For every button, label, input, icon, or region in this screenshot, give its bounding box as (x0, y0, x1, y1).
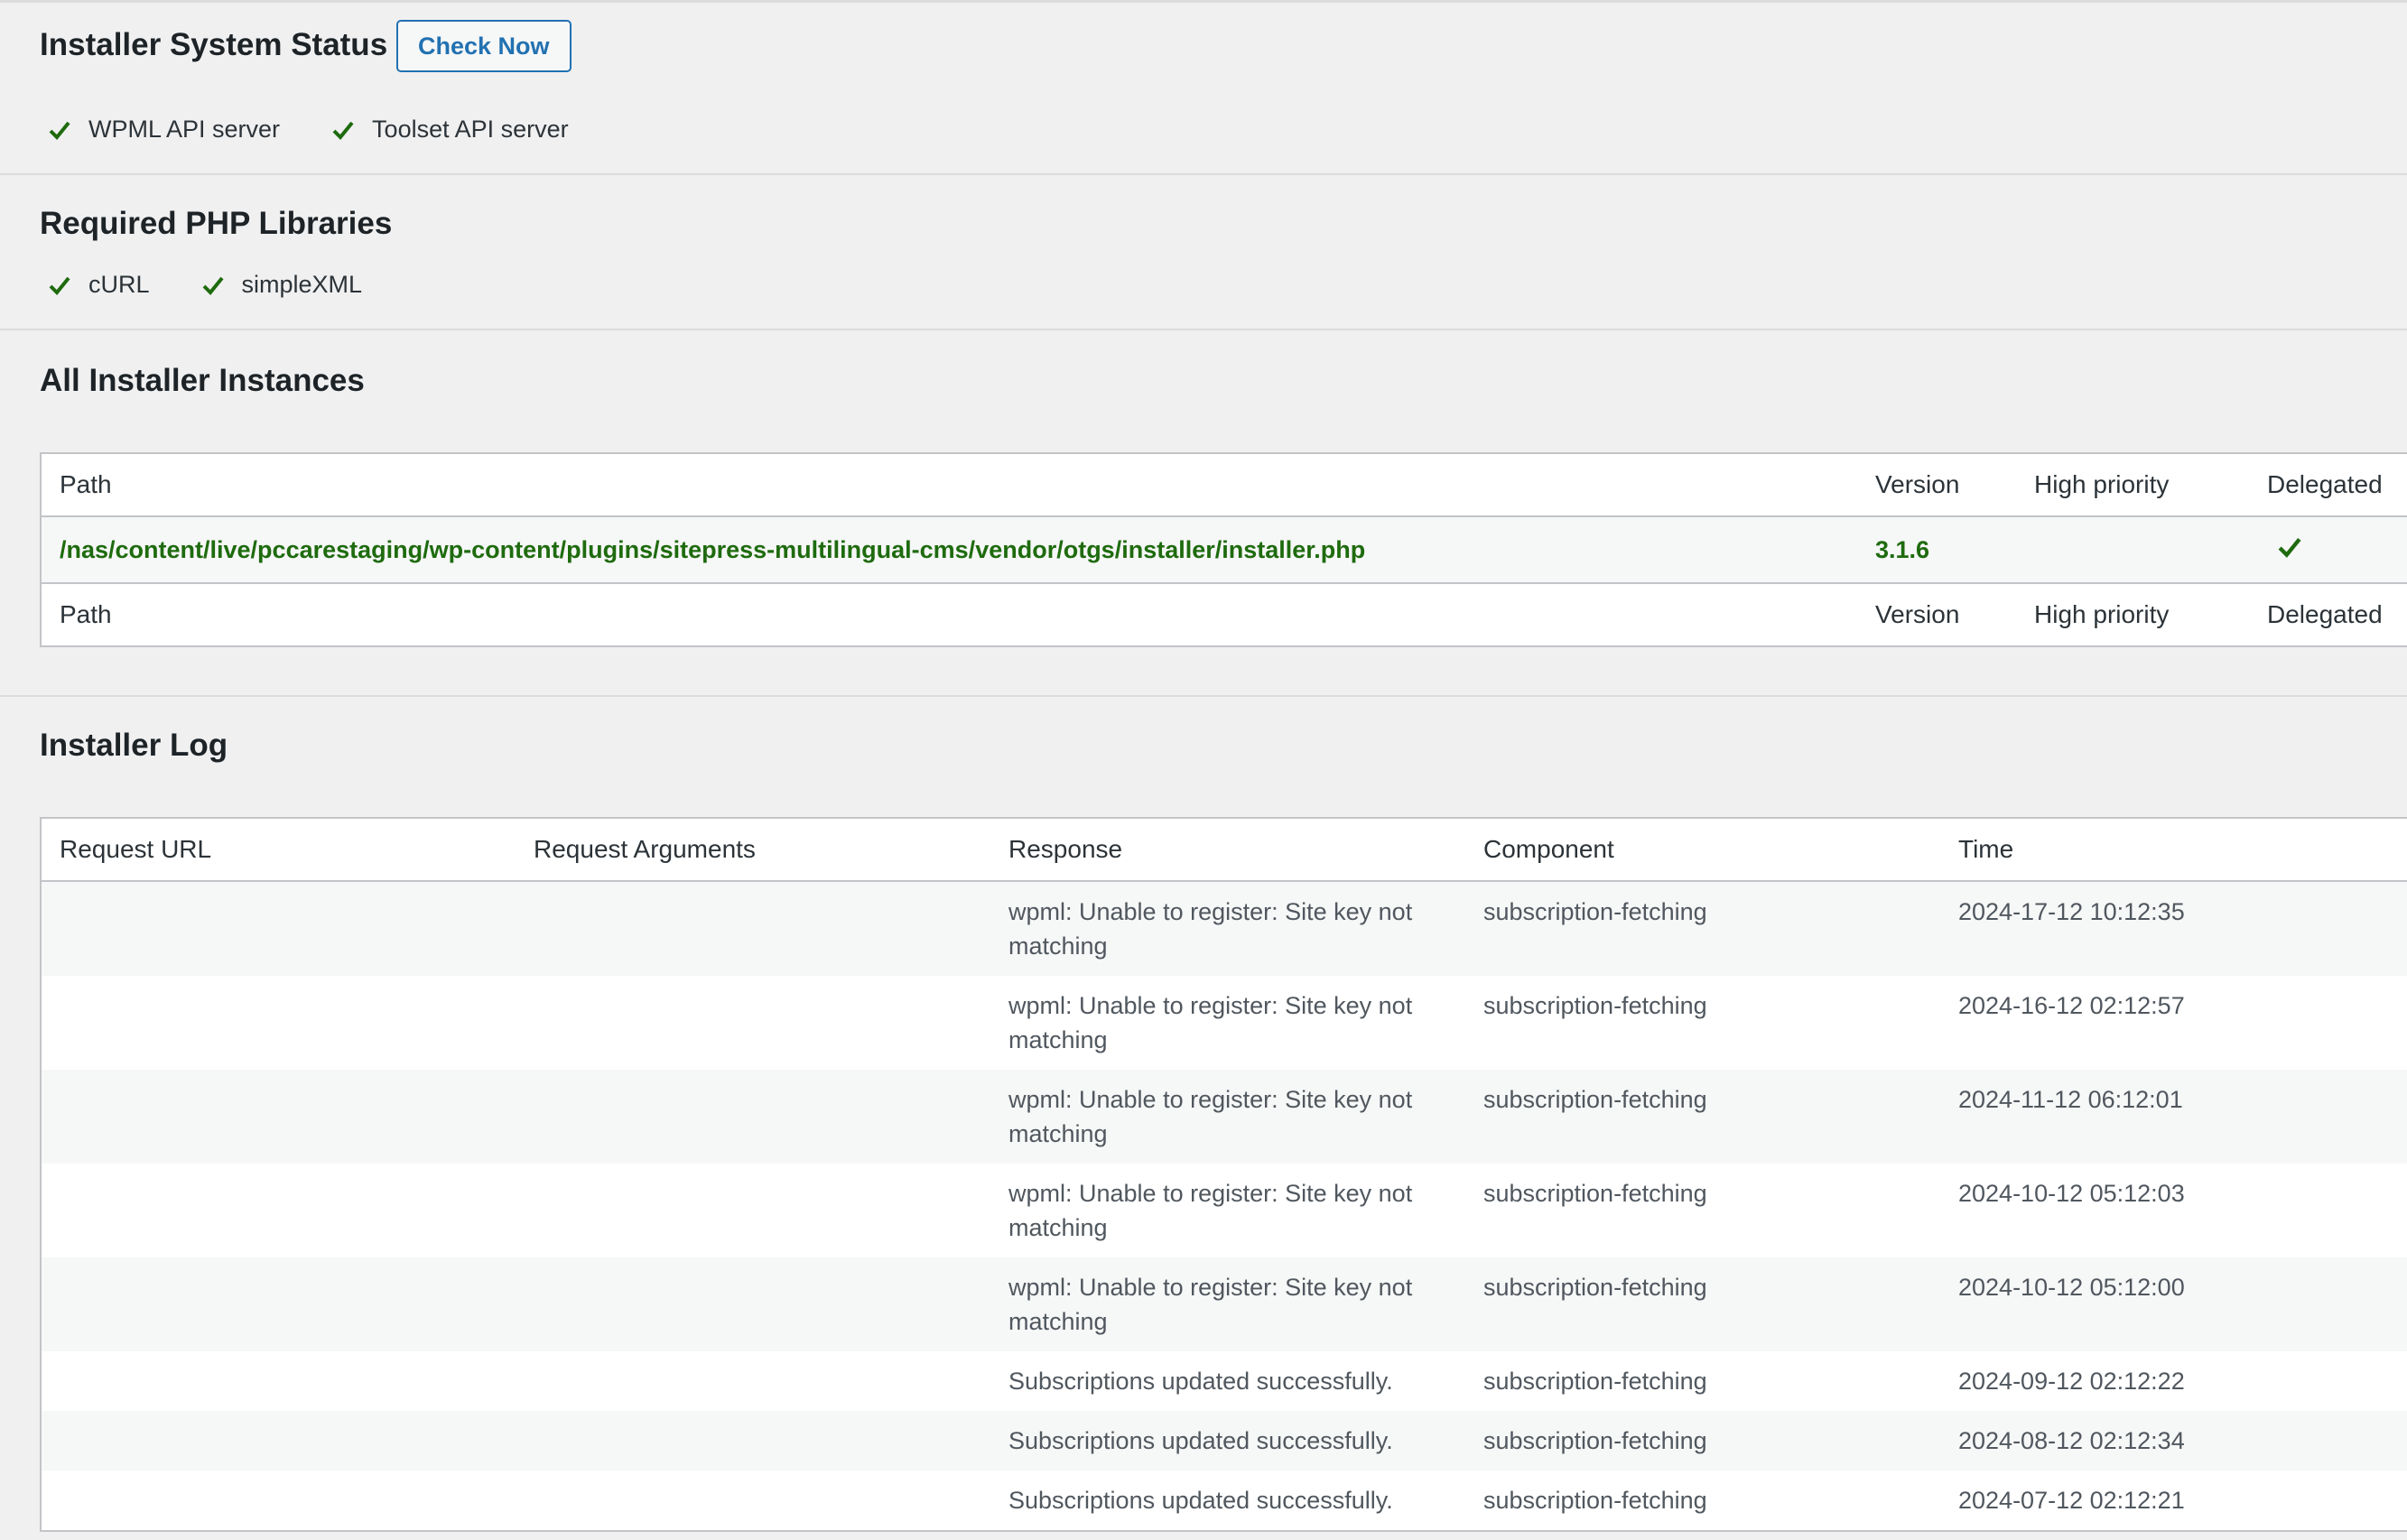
table-header-row: Path Version High priority Delegated (41, 453, 2407, 517)
log-time: 2024-17-12 10:12:35 (1958, 898, 2185, 925)
server-status-wpml: WPML API server (40, 116, 280, 144)
log-request-url (41, 1411, 516, 1470)
check-icon (49, 276, 70, 295)
log-component: subscription-fetching (1483, 992, 1707, 1019)
log-request-arguments (516, 1070, 990, 1164)
installer-instances-title: All Installer Instances (40, 363, 365, 398)
table-row: wpml: Unable to register: Site key not m… (41, 976, 2407, 1070)
log-request-url (41, 1164, 516, 1257)
column-delegated: Delegated (2249, 582, 2407, 646)
table-footer-row: Path Version High priority Delegated (41, 582, 2407, 646)
instance-high-priority (2016, 516, 2249, 583)
column-version: Version (1857, 582, 2016, 646)
log-response: wpml: Unable to register: Site key not m… (1008, 898, 1413, 960)
php-libraries-list: cURL simpleXML (40, 271, 405, 299)
log-time: 2024-09-12 02:12:22 (1958, 1368, 2185, 1395)
log-component: subscription-fetching (1483, 1427, 1707, 1454)
check-now-button[interactable]: Check Now (396, 20, 572, 72)
check-icon (2278, 537, 2301, 558)
column-response: Response (990, 818, 1465, 882)
installer-instances-table: Path Version High priority Delegated /na… (40, 452, 2407, 647)
table-row: Subscriptions updated successfully. subs… (41, 1470, 2407, 1531)
table-row: Subscriptions updated successfully. subs… (41, 1351, 2407, 1411)
table-row: wpml: Unable to register: Site key not m… (41, 1164, 2407, 1257)
column-request-arguments: Request Arguments (516, 818, 990, 882)
log-time: 2024-10-12 05:12:00 (1958, 1274, 2185, 1301)
check-icon (332, 121, 354, 140)
table-header-row: Request URL Request Arguments Response C… (41, 818, 2407, 882)
installer-log-table: Request URL Request Arguments Response C… (40, 817, 2407, 1532)
log-time: 2024-07-12 02:12:21 (1958, 1487, 2185, 1514)
log-response: wpml: Unable to register: Site key not m… (1008, 1180, 1413, 1241)
log-time: 2024-10-12 05:12:03 (1958, 1180, 2185, 1207)
log-component: subscription-fetching (1483, 898, 1707, 925)
log-request-url (41, 1470, 516, 1531)
library-label: cURL (88, 271, 150, 298)
log-request-url (41, 976, 516, 1070)
server-label: WPML API server (88, 116, 281, 143)
installer-log-title: Installer Log (40, 728, 228, 763)
library-curl: cURL (40, 271, 150, 299)
log-request-url (41, 1351, 516, 1411)
column-delegated: Delegated (2249, 453, 2407, 517)
library-label: simpleXML (241, 271, 363, 298)
php-libraries-title: Required PHP Libraries (40, 206, 393, 241)
server-status-toolset: Toolset API server (323, 116, 569, 144)
check-icon (49, 121, 70, 140)
log-request-arguments (516, 1164, 990, 1257)
check-icon (202, 276, 224, 295)
log-time: 2024-16-12 02:12:57 (1958, 992, 2185, 1019)
library-simplexml: simpleXML (193, 271, 363, 299)
log-request-url (41, 1070, 516, 1164)
server-label: Toolset API server (372, 116, 569, 143)
column-request-url: Request URL (41, 818, 516, 882)
log-request-arguments (516, 881, 990, 976)
column-component: Component (1465, 818, 1940, 882)
system-status-title: Installer System Status (40, 27, 388, 62)
column-path: Path (41, 582, 1857, 646)
column-path: Path (41, 453, 1857, 517)
log-component: subscription-fetching (1483, 1086, 1707, 1113)
table-row: wpml: Unable to register: Site key not m… (41, 1070, 2407, 1164)
instance-version: 3.1.6 (1875, 535, 1930, 563)
table-row: /nas/content/live/pccarestaging/wp-conte… (41, 516, 2407, 583)
log-response: Subscriptions updated successfully. (1008, 1427, 1393, 1454)
log-component: subscription-fetching (1483, 1180, 1707, 1207)
column-version: Version (1857, 453, 2016, 517)
log-response: wpml: Unable to register: Site key not m… (1008, 1086, 1413, 1147)
log-time: 2024-08-12 02:12:34 (1958, 1427, 2185, 1454)
log-request-arguments (516, 1257, 990, 1351)
table-row: wpml: Unable to register: Site key not m… (41, 1257, 2407, 1351)
instance-path: /nas/content/live/pccarestaging/wp-conte… (60, 535, 1366, 563)
log-time: 2024-11-12 06:12:01 (1958, 1086, 2183, 1113)
divider (0, 173, 2407, 175)
server-status-list: WPML API server Toolset API server (40, 116, 612, 144)
log-component: subscription-fetching (1483, 1368, 1707, 1395)
divider (0, 329, 2407, 330)
log-component: subscription-fetching (1483, 1274, 1707, 1301)
log-request-arguments (516, 1411, 990, 1470)
table-row: Subscriptions updated successfully. subs… (41, 1411, 2407, 1470)
log-response: Subscriptions updated successfully. (1008, 1487, 1393, 1514)
column-high-priority: High priority (2016, 453, 2249, 517)
log-response: wpml: Unable to register: Site key not m… (1008, 992, 1413, 1053)
top-shadow (0, 0, 2407, 3)
log-component: subscription-fetching (1483, 1487, 1707, 1514)
table-row: wpml: Unable to register: Site key not m… (41, 881, 2407, 976)
log-request-arguments (516, 976, 990, 1070)
log-request-arguments (516, 1351, 990, 1411)
log-request-arguments (516, 1470, 990, 1531)
column-high-priority: High priority (2016, 582, 2249, 646)
log-request-url (41, 881, 516, 976)
log-response: Subscriptions updated successfully. (1008, 1368, 1393, 1395)
log-response: wpml: Unable to register: Site key not m… (1008, 1274, 1413, 1335)
divider (0, 695, 2407, 697)
log-request-url (41, 1257, 516, 1351)
column-time: Time (1940, 818, 2407, 882)
instance-delegated (2249, 516, 2407, 583)
